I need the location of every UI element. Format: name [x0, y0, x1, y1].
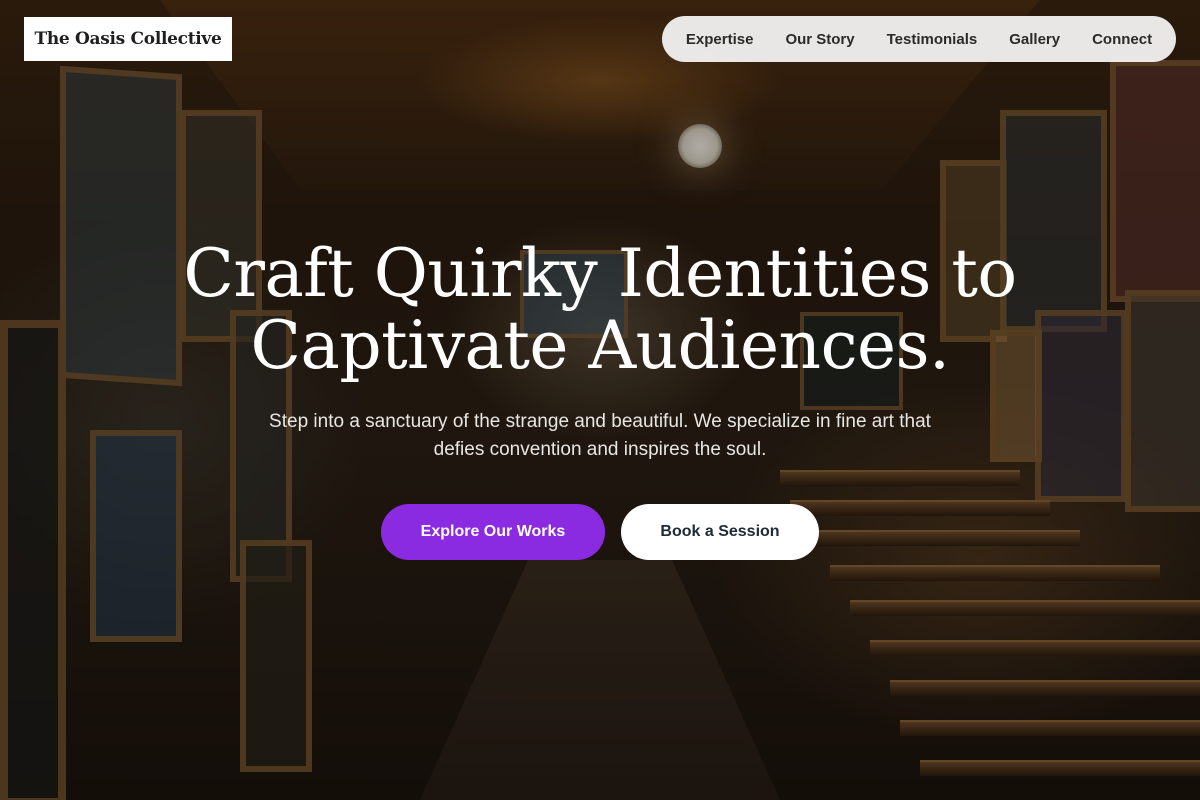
book-session-button[interactable]: Book a Session	[621, 504, 819, 560]
headline-line-2: Captivate Audiences.	[250, 307, 950, 384]
main-nav: Expertise Our Story Testimonials Gallery…	[662, 16, 1176, 62]
brand-name: The Oasis Collective	[34, 29, 222, 49]
nav-item-testimonials[interactable]: Testimonials	[871, 31, 994, 48]
hero-section: The Oasis Collective Expertise Our Story…	[0, 0, 1200, 800]
headline-line-1: Craft Quirky Identities to	[183, 235, 1017, 312]
explore-works-button[interactable]: Explore Our Works	[381, 504, 605, 560]
dark-overlay	[0, 0, 1200, 800]
hero-subtext: Step into a sanctuary of the strange and…	[269, 411, 931, 460]
hero-headline: Craft Quirky Identities to Captivate Aud…	[0, 238, 1200, 382]
brand-logo[interactable]: The Oasis Collective	[24, 17, 232, 61]
nav-item-gallery[interactable]: Gallery	[993, 31, 1076, 48]
nav-item-connect[interactable]: Connect	[1076, 31, 1168, 48]
nav-item-expertise[interactable]: Expertise	[670, 31, 770, 48]
nav-item-our-story[interactable]: Our Story	[769, 31, 870, 48]
